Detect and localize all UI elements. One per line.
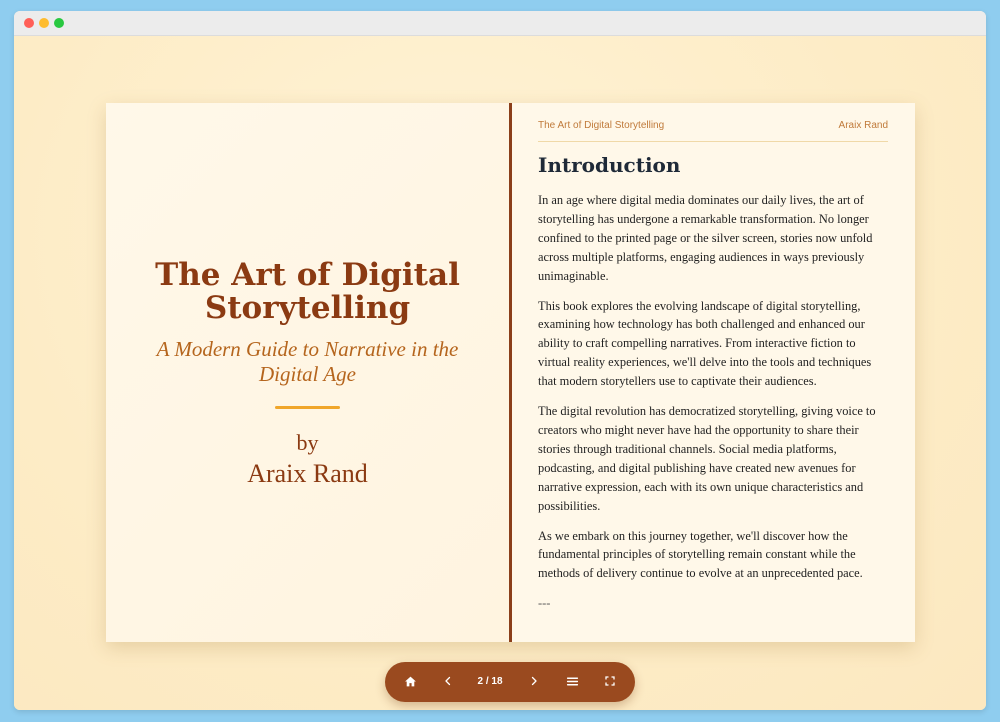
reader-control-bar: 2 / 18 — [385, 662, 635, 702]
fullscreen-button[interactable] — [600, 662, 620, 702]
close-window-button[interactable] — [24, 18, 34, 28]
minimize-window-button[interactable] — [39, 18, 49, 28]
previous-page-button[interactable] — [438, 662, 458, 702]
chevron-left-icon — [445, 676, 451, 686]
paragraph: As we embark on this journey together, w… — [538, 528, 863, 581]
paragraph: This book explores the evolving landscap… — [538, 298, 872, 389]
paragraph: In an age where digital media dominates … — [538, 193, 873, 283]
cover-divider — [275, 406, 340, 409]
page-indicator: 2 / 18 — [477, 676, 503, 687]
table-of-contents-button[interactable] — [562, 662, 582, 702]
browser-window: The Art of Digital Storytelling A Modern… — [14, 11, 986, 710]
chevron-right-icon — [531, 676, 537, 686]
cover-by-label: by — [296, 430, 319, 455]
running-author: Araix Rand — [838, 120, 888, 131]
cover-author: Araix Rand — [247, 459, 368, 488]
fullscreen-icon — [605, 676, 615, 686]
running-header: The Art of Digital Storytelling Araix Ra… — [538, 120, 888, 142]
next-page-button[interactable] — [524, 662, 544, 702]
running-title: The Art of Digital Storytelling — [538, 120, 665, 131]
cover-title: The Art of Digital Storytelling — [155, 257, 460, 326]
cover-subtitle: A Modern Guide to Narrative in the Digit… — [156, 337, 459, 386]
maximize-window-button[interactable] — [54, 18, 64, 28]
home-icon — [404, 676, 416, 687]
cover-page[interactable]: The Art of Digital Storytelling A Modern… — [106, 103, 509, 642]
chapter-title: Introduction — [538, 153, 681, 177]
reader-stage: The Art of Digital Storytelling A Modern… — [14, 36, 986, 710]
menu-icon — [566, 677, 578, 686]
home-button[interactable] — [400, 662, 420, 702]
section-separator: --- — [538, 596, 551, 611]
book-spread: The Art of Digital Storytelling A Modern… — [106, 103, 915, 642]
chapter-body: In an age where digital media dominates … — [538, 191, 888, 613]
paragraph: The digital revolution has democratized … — [538, 404, 876, 513]
content-page[interactable]: The Art of Digital Storytelling Araix Ra… — [512, 103, 915, 642]
window-titlebar — [14, 11, 986, 36]
